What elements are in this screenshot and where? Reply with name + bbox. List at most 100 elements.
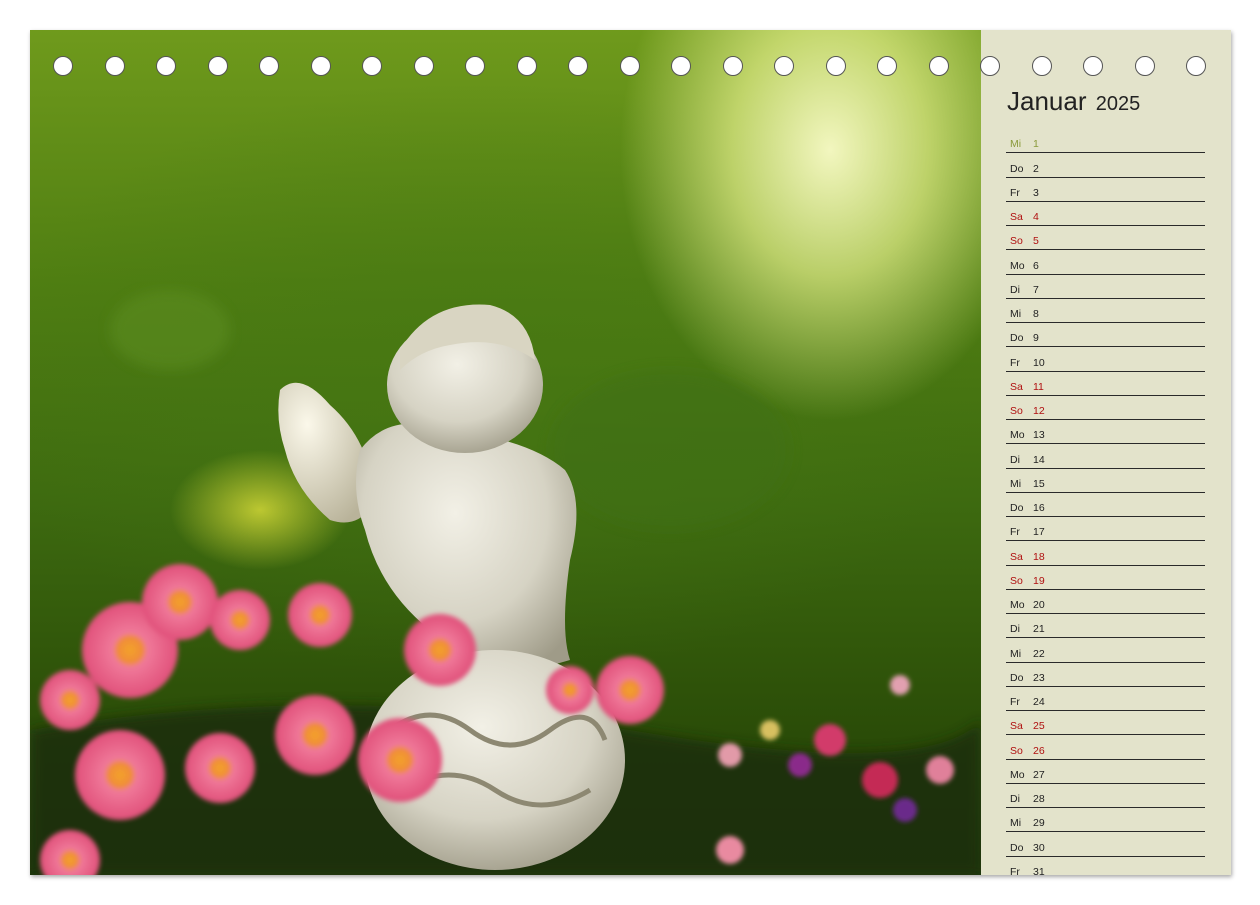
- day-row: Di 21: [1006, 615, 1205, 639]
- day-number: 6: [1033, 259, 1039, 272]
- day-row: Mo 20: [1006, 591, 1205, 614]
- day-number: 25: [1033, 720, 1045, 733]
- day-row: Mi 8: [1006, 300, 1205, 323]
- day-row: Fr 31: [1006, 858, 1205, 875]
- day-number: 23: [1033, 671, 1045, 684]
- weekday-label: Sa: [1010, 380, 1023, 393]
- day-number: 3: [1033, 186, 1039, 199]
- day-number: 12: [1033, 405, 1045, 417]
- weekday-label: Mi: [1010, 647, 1022, 660]
- weekday-label: Sa: [1010, 720, 1023, 733]
- weekday-label: Mo: [1010, 599, 1025, 611]
- weekday-label: Mo: [1010, 259, 1025, 272]
- weekday-label: So: [1010, 405, 1023, 417]
- calendar-side-panel: Januar 2025 Mi 1 Do 2 Fr 3 Sa 4 So 5 Mo 6 Di 7 Mi 8 Do 9 F…: [981, 30, 1231, 875]
- weekday-label: Do: [1010, 162, 1024, 175]
- weekday-label: Fr: [1010, 865, 1020, 875]
- day-row: So 5: [1006, 227, 1205, 251]
- day-row: Do 16: [1006, 494, 1205, 517]
- day-row: Di 28: [1006, 785, 1205, 808]
- day-row: So 19: [1006, 567, 1205, 590]
- month-name: Januar: [1007, 86, 1087, 116]
- day-number: 17: [1033, 526, 1045, 539]
- day-number: 18: [1033, 550, 1045, 563]
- weekday-label: Fr: [1010, 526, 1020, 539]
- day-number: 5: [1033, 235, 1039, 248]
- weekday-label: So: [1010, 574, 1023, 587]
- day-row: Sa 11: [1006, 373, 1205, 396]
- day-number: 2: [1033, 162, 1039, 175]
- day-row: Fr 3: [1006, 179, 1205, 202]
- day-number: 26: [1033, 744, 1045, 757]
- day-number: 10: [1033, 356, 1045, 369]
- day-row: Sa 25: [1006, 712, 1205, 736]
- weekday-label: So: [1010, 235, 1023, 248]
- day-number: 4: [1033, 211, 1039, 223]
- weekday-label: Do: [1010, 841, 1024, 854]
- day-row: Mo 13: [1006, 421, 1205, 445]
- day-number: 16: [1033, 502, 1045, 514]
- day-number: 13: [1033, 429, 1045, 442]
- weekday-label: So: [1010, 744, 1023, 757]
- day-list: Mi 1 Do 2 Fr 3 Sa 4 So 5 Mo 6 Di 7 Mi 8 Do 9 Fr 10 Sa 11 So 12 M…: [1006, 130, 1205, 875]
- day-number: 15: [1033, 477, 1045, 490]
- day-row: So 12: [1006, 397, 1205, 420]
- day-row: Do 2: [1006, 154, 1205, 178]
- weekday-label: Mi: [1010, 477, 1022, 490]
- day-number: 28: [1033, 793, 1045, 805]
- day-row: Fr 24: [1006, 688, 1205, 711]
- weekday-label: Do: [1010, 671, 1024, 684]
- day-row: Do 30: [1006, 833, 1205, 857]
- weekday-label: Di: [1010, 793, 1020, 805]
- angel-figurine-icon: [30, 290, 981, 875]
- year-label: 2025: [1095, 93, 1141, 115]
- day-row: Mi 29: [1006, 809, 1205, 833]
- weekday-label: Mi: [1010, 138, 1022, 151]
- day-number: 30: [1033, 841, 1045, 854]
- day-row: Mo 6: [1006, 251, 1205, 275]
- day-row: Mi 15: [1006, 470, 1205, 493]
- day-row: Sa 4: [1006, 203, 1205, 226]
- day-number: 1: [1033, 138, 1039, 151]
- day-number: 14: [1033, 453, 1045, 466]
- day-row: Mi 22: [1006, 639, 1205, 663]
- weekday-label: Fr: [1010, 696, 1020, 708]
- day-row: Di 7: [1006, 276, 1205, 299]
- day-number: 24: [1033, 696, 1045, 708]
- weekday-label: Di: [1010, 623, 1020, 636]
- weekday-label: Fr: [1010, 186, 1020, 199]
- weekday-label: Sa: [1010, 550, 1023, 563]
- month-title: Januar 2025: [1007, 86, 1140, 117]
- day-number: 9: [1033, 332, 1039, 345]
- day-row: Fr 10: [1006, 348, 1205, 372]
- day-row: Sa 18: [1006, 542, 1205, 566]
- weekday-label: Mi: [1010, 308, 1022, 320]
- day-row: Di 14: [1006, 445, 1205, 469]
- day-row: Fr 17: [1006, 518, 1205, 542]
- day-number: 8: [1033, 308, 1039, 320]
- day-row: So 26: [1006, 736, 1205, 760]
- day-row: Mo 27: [1006, 761, 1205, 784]
- day-number: 19: [1033, 574, 1045, 587]
- day-number: 22: [1033, 647, 1045, 660]
- weekday-label: Mi: [1010, 817, 1022, 830]
- weekday-label: Di: [1010, 283, 1020, 296]
- day-number: 27: [1033, 768, 1045, 781]
- day-row: Mi 1: [1006, 130, 1205, 154]
- weekday-label: Mo: [1010, 429, 1025, 442]
- weekday-label: Di: [1010, 453, 1020, 466]
- day-number: 29: [1033, 817, 1045, 830]
- day-number: 31: [1033, 865, 1045, 875]
- weekday-label: Do: [1010, 332, 1024, 345]
- weekday-label: Fr: [1010, 356, 1020, 369]
- day-number: 20: [1033, 599, 1045, 611]
- day-row: Do 23: [1006, 664, 1205, 687]
- weekday-label: Sa: [1010, 211, 1023, 223]
- day-number: 21: [1033, 623, 1045, 636]
- day-number: 7: [1033, 283, 1039, 296]
- photo-angel-figurine: [30, 30, 981, 875]
- weekday-label: Do: [1010, 502, 1024, 514]
- day-number: 11: [1033, 380, 1044, 393]
- weekday-label: Mo: [1010, 768, 1025, 781]
- day-row: Do 9: [1006, 324, 1205, 348]
